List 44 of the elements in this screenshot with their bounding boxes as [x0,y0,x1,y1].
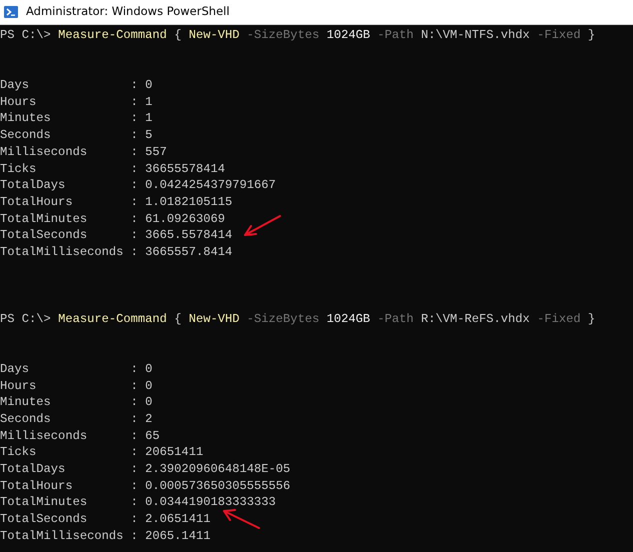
output-line: TotalMilliseconds : 3665557.8414 [0,244,232,259]
parameter-name: -Path [377,27,414,44]
parameter-name: -SizeBytes [246,27,320,44]
output-line: Ticks : 20651411 [0,445,204,460]
output-line: Ticks : 36655578414 [0,162,225,176]
command-text: N:\VM-NTFS.vhdx [420,27,530,44]
powershell-icon [4,6,18,18]
output-line: TotalDays : 2.39020960648148E-05 [0,462,290,476]
output-line: Minutes : 1 [0,111,152,126]
output-line: TotalSeconds : 3665.5578414 [0,228,232,242]
output-line: Minutes : 0 [0,395,152,410]
prompt-text: PS C:\> [0,27,51,44]
command-text: R:\VM-ReFS.vhdx [420,310,530,328]
output-line: Days : 0 [0,362,152,376]
parameter-value: 1024GB [326,310,370,328]
command-text: } [588,27,596,44]
output-line: TotalMilliseconds : 2065.1411 [0,528,210,543]
command-name: Measure-Command [58,27,167,44]
parameter-value: 1024GB [326,27,370,44]
output-line: TotalSeconds : 2.0651411 [0,512,210,526]
command-name: New-VHD [188,27,240,44]
parameter-name: -Fixed [537,310,581,328]
parameter-name: -SizeBytes [246,310,320,328]
output-line: TotalMinutes : 0.0344190183333333 [0,495,276,510]
command-text: } [588,310,596,328]
output-line: Milliseconds : 557 [0,144,167,159]
prompt-text: PS C:\> [0,310,51,328]
output-line: Seconds : 2 [0,412,152,426]
window-title: Administrator: Windows PowerShell [26,3,230,20]
output-line: Milliseconds : 65 [0,428,160,443]
command-text: { [174,310,182,328]
output-line: TotalHours : 0.000573650305555556 [0,478,290,493]
output-line: Hours : 1 [0,94,152,109]
command-name: Measure-Command [58,310,167,328]
output-line: Hours : 0 [0,378,152,392]
output-line: Days : 0 [0,78,152,92]
parameter-name: -Path [377,310,414,328]
output-line: TotalHours : 1.0182105115 [0,194,232,209]
output-line: TotalMinutes : 61.09263069 [0,212,225,226]
parameter-name: -Fixed [537,27,581,44]
output-line: TotalDays : 0.0424254379791667 [0,178,276,192]
command-text: { [174,27,182,44]
output-line: Seconds : 5 [0,128,152,142]
command-name: New-VHD [188,310,240,328]
